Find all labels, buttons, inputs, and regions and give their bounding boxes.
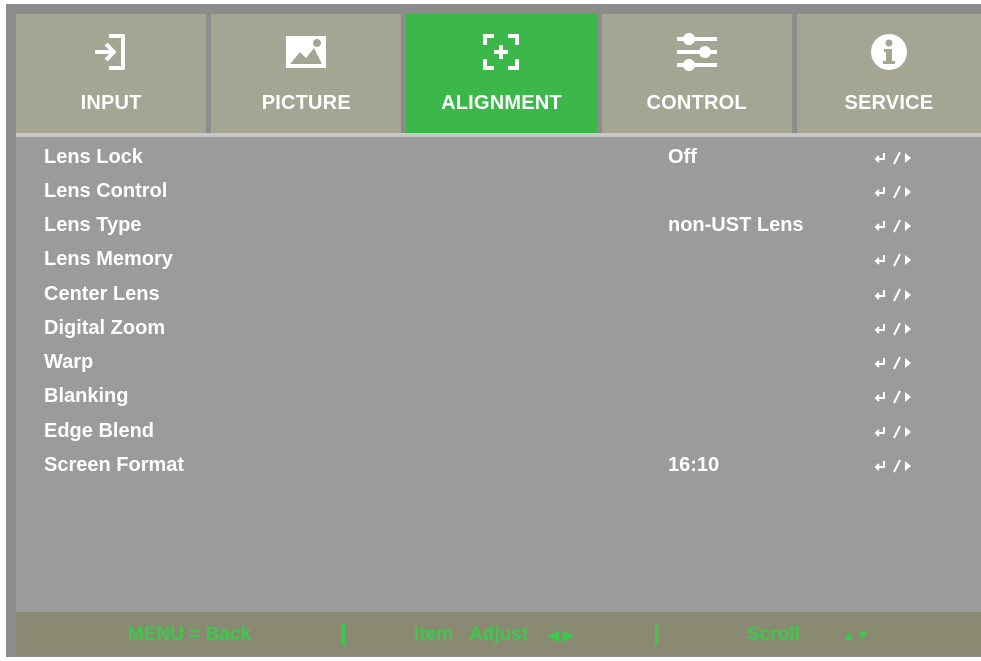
enter-right-arrow-icon (874, 185, 911, 199)
menu-item-label: Warp (44, 351, 94, 373)
menu-item-lens-type[interactable]: Lens Type non-UST Lens (16, 208, 981, 242)
menu-item-lens-lock[interactable]: Lens Lock Off (16, 140, 981, 174)
menu-item-value: 16:10 (668, 454, 720, 476)
enter-right-arrow-icon (874, 253, 911, 267)
menu-item-lens-memory[interactable]: Lens Memory (16, 242, 981, 276)
tab-label: PICTURE (261, 92, 351, 114)
menu-item-lens-control[interactable]: Lens Control (16, 174, 981, 208)
menu-item-label: Lens Lock (44, 146, 143, 168)
menu-item-screen-format[interactable]: Screen Format 16:10 (16, 448, 981, 482)
footer-separator (342, 623, 345, 645)
osd-menu: INPUT PICTURE ALIGNMENT CONTROL SERVICE … (6, 4, 981, 657)
menu-item-edge-blend[interactable]: Edge Blend (16, 414, 981, 448)
info-icon (867, 30, 911, 74)
enter-right-arrow-icon (874, 390, 911, 404)
footer-scroll-hint: Scroll (747, 624, 800, 645)
tab-bar: INPUT PICTURE ALIGNMENT CONTROL SERVICE (16, 14, 981, 133)
menu-item-value: non-UST Lens (668, 214, 804, 236)
enter-right-arrow-icon (874, 151, 911, 165)
footer-adjust-hint: Adjust (469, 624, 529, 645)
menu-item-digital-zoom[interactable]: Digital Zoom (16, 311, 981, 345)
input-icon (89, 30, 133, 74)
picture-icon (284, 30, 328, 74)
enter-right-arrow-icon (874, 425, 911, 439)
control-sliders-icon (675, 30, 719, 74)
footer-hint-bar: MENU = Back Item Adjust ◀ ▶ Scroll ▲▼ (16, 612, 981, 656)
menu-item-label: Lens Memory (44, 248, 173, 270)
enter-right-arrow-icon (874, 219, 911, 233)
menu-item-label: Edge Blend (44, 420, 155, 442)
alignment-icon (479, 30, 523, 74)
tab-control[interactable]: CONTROL (601, 14, 792, 133)
enter-right-arrow-icon (874, 322, 911, 336)
alignment-menu: Lens Lock Off Lens Control Lens Type non… (16, 133, 981, 612)
footer-separator (655, 623, 658, 645)
menu-item-center-lens[interactable]: Center Lens (16, 277, 981, 311)
tab-label: ALIGNMENT (441, 92, 562, 114)
menu-item-blanking[interactable]: Blanking (16, 379, 981, 413)
enter-right-arrow-icon (874, 459, 911, 473)
menu-item-label: Digital Zoom (44, 317, 166, 339)
menu-item-label: Lens Control (44, 180, 168, 202)
enter-right-arrow-icon (874, 356, 911, 370)
tab-input[interactable]: INPUT (16, 14, 207, 133)
menu-item-label: Lens Type (44, 214, 142, 236)
tab-picture[interactable]: PICTURE (211, 14, 402, 133)
footer-item-hint: Item (414, 624, 454, 645)
footer-back-hint: MENU = Back (128, 624, 252, 645)
menu-item-value: Off (668, 146, 697, 168)
menu-item-label: Blanking (44, 385, 129, 407)
menu-item-warp[interactable]: Warp (16, 345, 981, 379)
tab-service[interactable]: SERVICE (796, 14, 981, 133)
tab-label: INPUT (80, 92, 142, 114)
menu-item-label: Center Lens (44, 283, 160, 305)
tab-label: CONTROL (646, 92, 747, 114)
up-down-arrows-icon: ▲▼ (842, 627, 870, 643)
left-right-arrows-icon: ◀ ▶ (548, 627, 574, 643)
tab-label: SERVICE (844, 92, 934, 114)
tab-alignment[interactable]: ALIGNMENT (406, 14, 597, 133)
menu-item-label: Screen Format (44, 454, 185, 476)
enter-right-arrow-icon (874, 288, 911, 302)
